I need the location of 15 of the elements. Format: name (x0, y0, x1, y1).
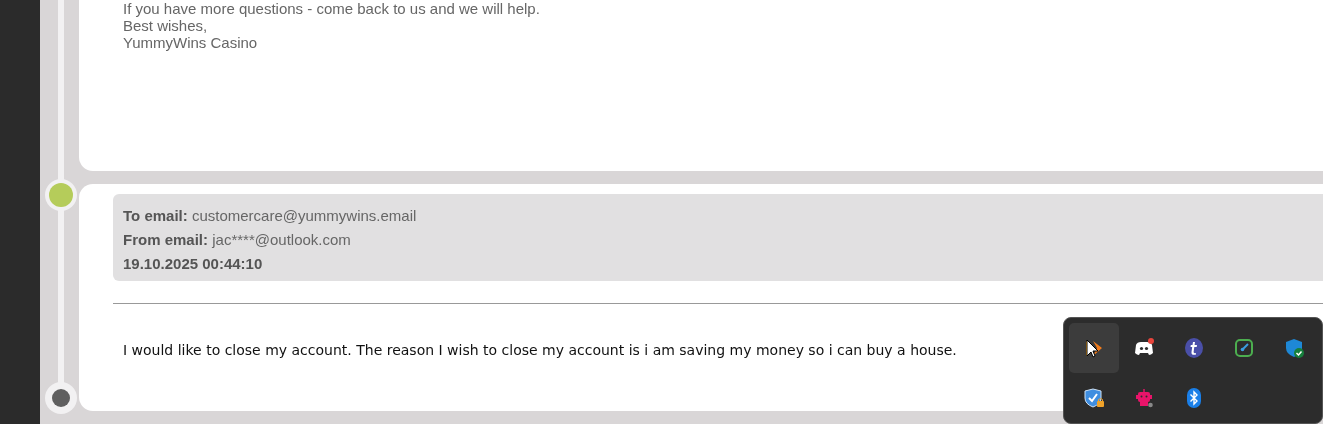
tray-icon-button[interactable] (1069, 323, 1119, 373)
email-address: jac****@outlook.com (212, 231, 351, 248)
t-letter-icon (1183, 337, 1205, 359)
message-line: YummyWins Casino (123, 34, 259, 51)
shield-icon (1283, 337, 1305, 359)
field-label: From email: (123, 231, 209, 248)
email-address: customercare@yummywins.email (191, 207, 417, 224)
message-line: Best wishes, (123, 17, 209, 34)
robot-icon (1133, 387, 1155, 409)
message-line: If you have more questions - come back to us and we will help. (123, 0, 541, 17)
timestamp: 19.10.2025 00:44:10 (123, 255, 263, 272)
field-label: To email: (123, 207, 188, 224)
shield-icon (1083, 387, 1105, 409)
gauge-icon (1233, 337, 1255, 359)
message-text: I would like to close my account. The reason I wish to close my account is i am saving my money so i can buy a house. (123, 341, 957, 360)
